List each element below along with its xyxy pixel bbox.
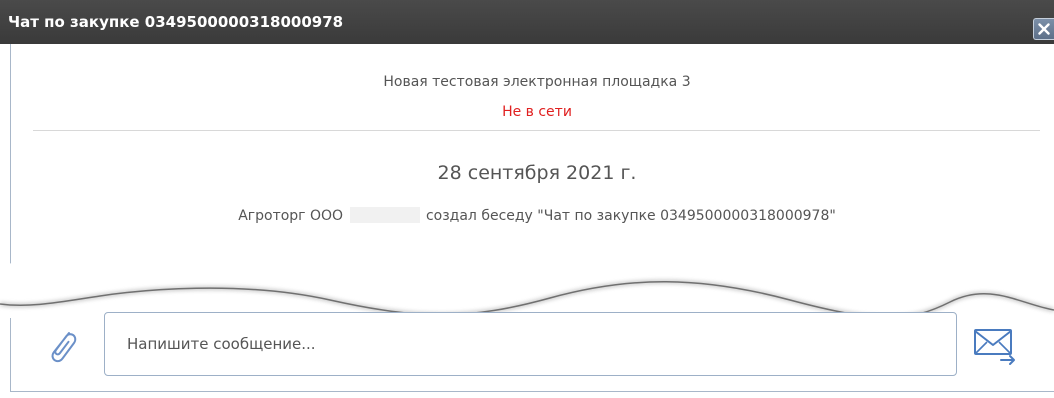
- paperclip-icon: [51, 332, 77, 363]
- close-button[interactable]: [1033, 18, 1054, 40]
- chat-window: Чат по закупке 0349500000318000978 Новая…: [0, 0, 1054, 398]
- envelope-send-icon: [974, 329, 1015, 365]
- header-divider: [33, 130, 1040, 131]
- window-titlebar[interactable]: Чат по закупке 0349500000318000978: [0, 0, 1054, 44]
- system-message-author: Агроторг ООО: [238, 208, 344, 224]
- redacted-text: [349, 207, 420, 223]
- torn-edge-separator: [0, 249, 1054, 318]
- message-input[interactable]: [104, 312, 957, 376]
- system-message: Агроторг ООО создал беседу "Чат по закуп…: [0, 207, 1054, 224]
- send-button[interactable]: [972, 322, 1018, 366]
- system-message-text: создал беседу "Чат по закупке 0349500000…: [425, 208, 836, 224]
- date-separator: 28 сентября 2021 г.: [437, 162, 637, 184]
- window-title: Чат по закупке 0349500000318000978: [8, 13, 344, 31]
- contact-status: Не в сети: [502, 104, 572, 120]
- close-icon: [1038, 23, 1050, 35]
- attach-button[interactable]: [42, 324, 84, 366]
- contact-name: Новая тестовая электронная площадка 3: [383, 74, 691, 90]
